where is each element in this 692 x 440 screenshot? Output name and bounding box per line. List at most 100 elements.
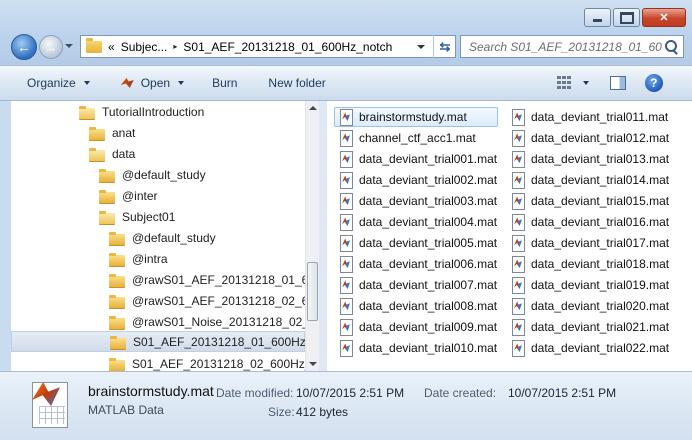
tree-item[interactable]: @rawS01_AEF_20131218_02_600Hz: [109, 290, 305, 311]
scrollbar-thumb[interactable]: [307, 262, 318, 321]
file-item[interactable]: data_deviant_trial012.mat: [507, 128, 669, 148]
file-item[interactable]: data_deviant_trial020.mat: [507, 296, 669, 316]
search-placeholder: Search S01_AEF_20131218_01_600...: [469, 39, 662, 54]
mat-file-icon: [510, 214, 526, 231]
file-item[interactable]: data_deviant_trial009.mat: [335, 317, 497, 337]
file-item[interactable]: data_deviant_trial011.mat: [507, 107, 668, 127]
file-item[interactable]: data_deviant_trial002.mat: [335, 170, 497, 190]
folder-icon: [99, 210, 115, 225]
scroll-down-icon[interactable]: [309, 362, 317, 366]
tree-item[interactable]: @default_study: [99, 164, 206, 185]
size-label: Size:: [268, 405, 295, 419]
file-name: data_deviant_trial014.mat: [531, 173, 670, 187]
mat-file-icon: [510, 193, 526, 210]
pane-splitter[interactable]: [319, 101, 327, 371]
window-chrome: ✕ ← → « Subjec... ▸ S01_AEF_20131218_01_…: [0, 0, 692, 65]
file-item[interactable]: data_deviant_trial013.mat: [507, 149, 669, 169]
folder-icon: [109, 231, 125, 246]
file-item[interactable]: data_deviant_trial018.mat: [507, 254, 669, 274]
preview-pane-button[interactable]: [609, 76, 626, 90]
file-item[interactable]: data_deviant_trial006.mat: [335, 254, 497, 274]
file-item[interactable]: data_deviant_trial022.mat: [507, 338, 669, 358]
breadcrumb-overflow[interactable]: «: [108, 40, 115, 54]
file-name: data_deviant_trial006.mat: [359, 257, 498, 271]
file-item[interactable]: data_deviant_trial014.mat: [507, 170, 669, 190]
file-item[interactable]: data_deviant_trial003.mat: [335, 191, 497, 211]
help-button[interactable]: ?: [644, 74, 663, 92]
maximize-button[interactable]: [613, 8, 640, 27]
new-folder-button[interactable]: New folder: [268, 76, 325, 90]
command-bar: Organize Open Burn New folder ?: [0, 65, 692, 101]
tree-item[interactable]: @default_study: [109, 227, 216, 248]
tree-scrollbar[interactable]: [305, 101, 319, 371]
date-created-value: 10/07/2015 2:51 PM: [508, 386, 617, 400]
chevron-down-icon[interactable]: [582, 81, 589, 85]
file-name: data_deviant_trial017.mat: [531, 236, 670, 250]
open-button[interactable]: Open: [120, 76, 185, 90]
file-item[interactable]: data_deviant_trial007.mat: [335, 275, 497, 295]
tree-item[interactable]: @intra: [109, 248, 168, 269]
file-item[interactable]: channel_ctf_acc1.mat: [335, 128, 476, 148]
tree-item[interactable]: S01_AEF_20131218_02_600Hz_notch: [109, 353, 305, 371]
tree-item[interactable]: @rawS01_Noise_20131218_02_600: [109, 311, 305, 332]
minimize-button[interactable]: [584, 8, 611, 27]
organize-button[interactable]: Organize: [27, 76, 90, 90]
tree-item[interactable]: @rawS01_AEF_20131218_01_600Hz: [109, 269, 305, 290]
date-created-label: Date created:: [424, 386, 497, 400]
folder-icon: [99, 189, 115, 204]
tree-item[interactable]: data: [89, 143, 135, 164]
breadcrumb-item-subject[interactable]: Subjec...: [121, 40, 168, 54]
file-item[interactable]: data_deviant_trial016.mat: [507, 212, 669, 232]
date-modified-label: Date modified:: [216, 386, 294, 400]
tree-item[interactable]: anat: [89, 122, 135, 143]
tree-item-label: @inter: [122, 188, 158, 203]
file-item-selected[interactable]: brainstormstudy.mat: [334, 107, 498, 127]
file-item[interactable]: data_deviant_trial005.mat: [335, 233, 497, 253]
file-item[interactable]: data_deviant_trial021.mat: [507, 317, 669, 337]
file-name: data_deviant_trial004.mat: [359, 215, 498, 229]
mat-file-icon: [510, 298, 526, 315]
breadcrumb-separator-icon[interactable]: ▸: [173, 42, 177, 51]
refresh-button[interactable]: ⇆: [433, 35, 456, 58]
file-item[interactable]: data_deviant_trial017.mat: [507, 233, 669, 253]
tree-item-label: anat: [112, 125, 136, 140]
recent-pages-dropdown[interactable]: [65, 44, 73, 48]
file-item[interactable]: data_deviant_trial001.mat: [335, 149, 497, 169]
mat-file-icon: [338, 298, 354, 315]
file-item[interactable]: data_deviant_trial015.mat: [507, 191, 669, 211]
matlab-file-icon: [24, 380, 70, 432]
folder-icon: [109, 315, 125, 330]
size-value: 412 bytes: [296, 405, 349, 419]
search-icon[interactable]: [662, 38, 680, 56]
tree-item-label: S01_AEF_20131218_01_600Hz_notch: [133, 334, 305, 349]
mat-file-icon: [510, 340, 526, 357]
tree-item[interactable]: TutorialIntroduction: [79, 101, 204, 122]
scroll-up-icon[interactable]: [309, 106, 317, 110]
mat-file-icon: [338, 109, 354, 126]
change-view-button[interactable]: [556, 76, 589, 90]
tree-item-selected[interactable]: S01_AEF_20131218_01_600Hz_notch: [11, 331, 305, 352]
file-name: data_deviant_trial008.mat: [359, 299, 498, 313]
address-bar[interactable]: « Subjec... ▸ S01_AEF_20131218_01_600Hz_…: [80, 35, 456, 58]
file-item[interactable]: data_deviant_trial008.mat: [335, 296, 497, 316]
file-name: brainstormstudy.mat: [359, 110, 467, 124]
close-button[interactable]: ✕: [642, 8, 686, 27]
file-name: data_deviant_trial013.mat: [531, 152, 670, 166]
file-name: data_deviant_trial003.mat: [359, 194, 498, 208]
forward-button[interactable]: →: [39, 35, 63, 59]
file-item[interactable]: data_deviant_trial004.mat: [335, 212, 497, 232]
file-name: data_deviant_trial019.mat: [531, 278, 670, 292]
file-name: data_deviant_trial018.mat: [531, 257, 670, 271]
tree-item[interactable]: Subject01: [99, 206, 175, 227]
address-dropdown-arrow[interactable]: [417, 45, 425, 49]
burn-button[interactable]: Burn: [212, 76, 237, 90]
tree-item[interactable]: @inter: [99, 185, 158, 206]
breadcrumb-item-current[interactable]: S01_AEF_20131218_01_600Hz_notch: [183, 40, 392, 54]
back-button[interactable]: ←: [11, 34, 37, 60]
search-input[interactable]: Search S01_AEF_20131218_01_600...: [460, 35, 684, 58]
window-controls: ✕: [582, 8, 686, 27]
file-item[interactable]: data_deviant_trial019.mat: [507, 275, 669, 295]
file-item[interactable]: data_deviant_trial010.mat: [335, 338, 497, 358]
organize-label: Organize: [27, 76, 76, 90]
folder-icon: [110, 335, 126, 350]
